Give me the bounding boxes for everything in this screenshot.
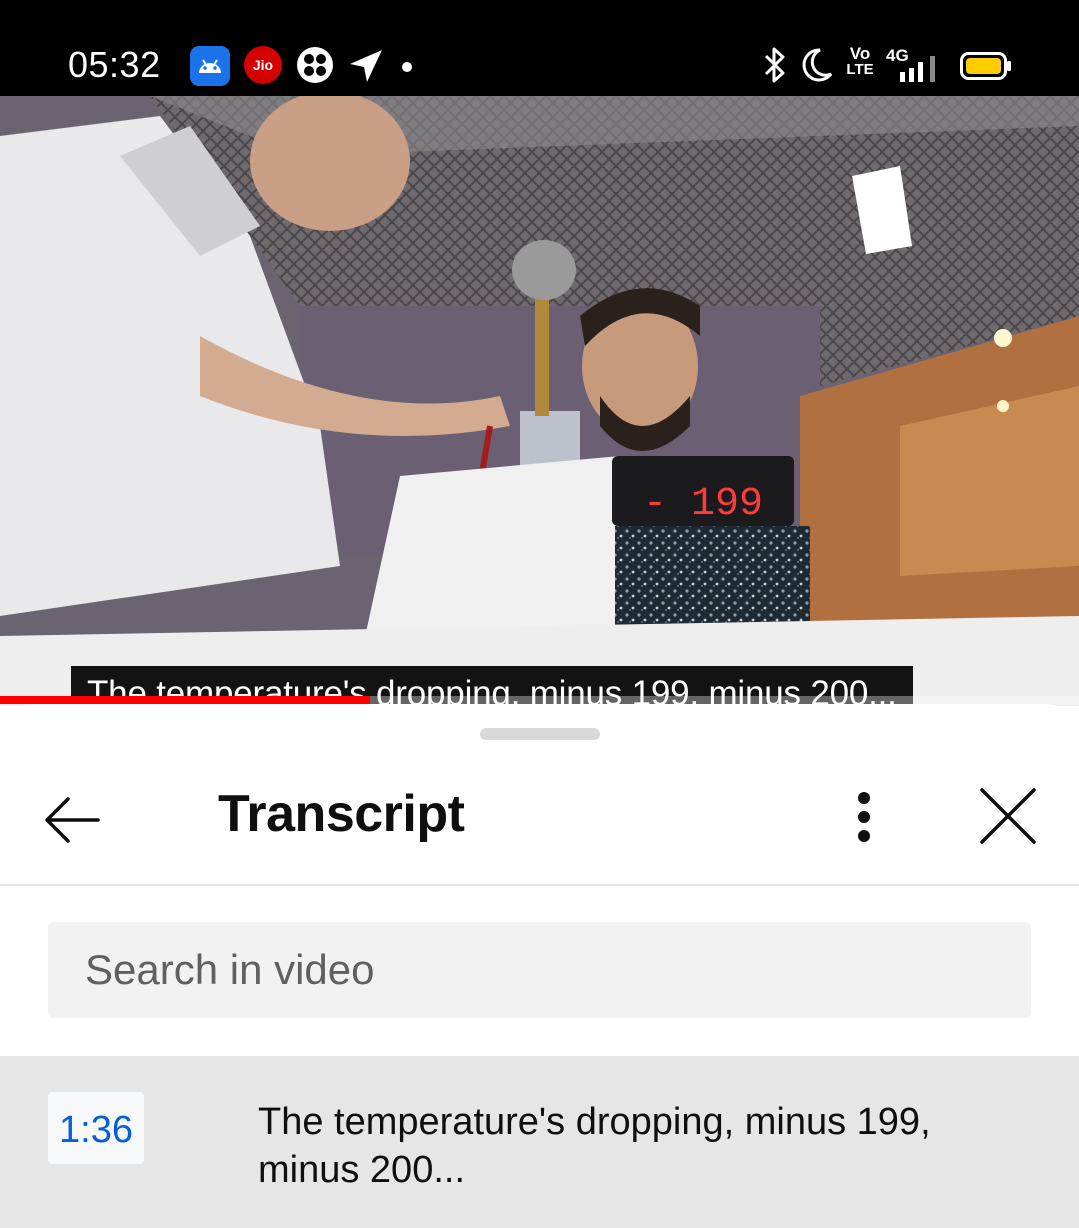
more-vert-icon	[858, 792, 870, 842]
segment-text: The temperature's dropping, minus 199, m…	[258, 1101, 931, 1191]
dot-icon	[402, 62, 412, 72]
jio-icon: Jio	[244, 46, 282, 84]
back-button[interactable]	[34, 780, 114, 860]
volte-lte: LTE	[846, 61, 874, 78]
location-arrow-icon	[350, 50, 382, 82]
segment-timestamp[interactable]: 1:36	[48, 1092, 144, 1164]
video-progress-bar[interactable]	[0, 696, 1079, 704]
video-progress-fill	[0, 696, 371, 704]
app-icon	[297, 47, 333, 83]
header-divider	[0, 884, 1079, 886]
close-button[interactable]	[968, 780, 1048, 860]
battery-icon	[960, 52, 1011, 80]
signal-icon	[900, 56, 935, 82]
moon-icon	[802, 48, 833, 82]
sheet-title: Transcript	[218, 785, 465, 843]
android-icon	[190, 46, 230, 86]
transcript-header: Transcript	[0, 754, 1079, 884]
transcript-segment[interactable]: 1:36 The temperature's dropping, minus 1…	[0, 1056, 1079, 1228]
close-icon	[980, 788, 1036, 844]
search-input[interactable]	[48, 922, 1031, 1018]
arrow-left-icon	[45, 797, 100, 843]
status-time: 05:32	[68, 44, 161, 85]
more-options-button[interactable]	[834, 780, 894, 860]
volte-vo: Vo	[849, 44, 871, 63]
status-bar: 05:32 Jio Vo LTE 4G	[0, 0, 1079, 96]
drag-handle[interactable]	[480, 728, 600, 740]
transcript-sheet: Transcript 1:36 The temperature's droppi…	[0, 704, 1079, 1228]
bluetooth-icon	[764, 47, 785, 83]
video-frame: - 199	[0, 96, 1079, 706]
video-player[interactable]: - 199 The temperature's dropping, minus …	[0, 96, 1079, 706]
display-reading: - 199	[643, 482, 763, 527]
volte-indicator: Vo LTE	[842, 44, 878, 78]
